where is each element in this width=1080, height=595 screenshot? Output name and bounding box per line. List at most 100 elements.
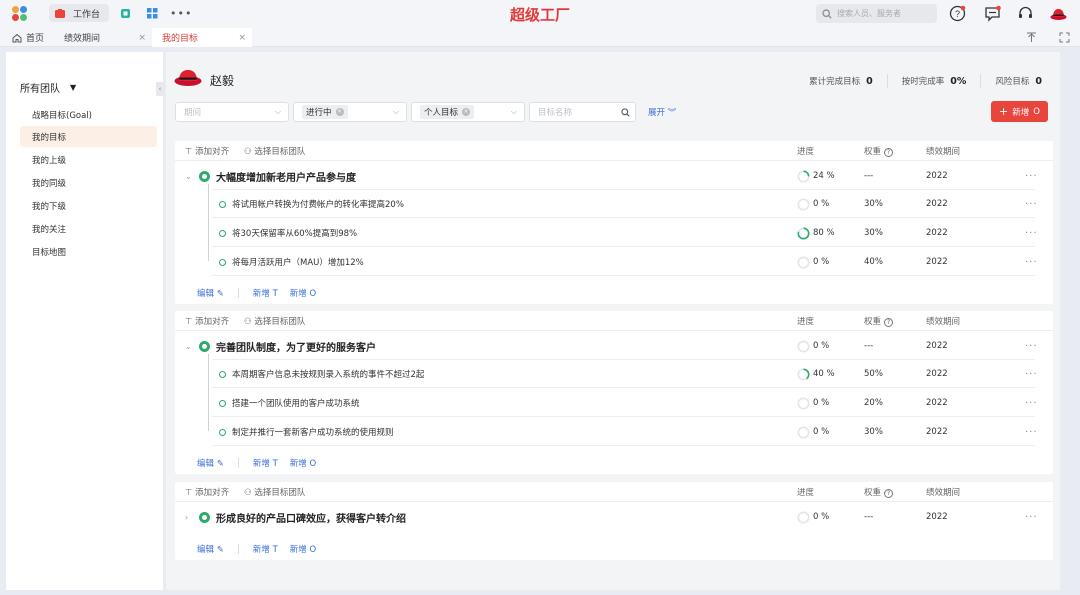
goal-name-search-input[interactable]: 目标名称 bbox=[529, 102, 636, 122]
add-key-result-link[interactable]: 新增 T bbox=[253, 543, 278, 555]
team-selector[interactable]: 所有团队 ▼ bbox=[20, 80, 76, 95]
weight-header-label: 权重 bbox=[864, 146, 882, 157]
weight-value: --- bbox=[864, 341, 874, 351]
objective-title: 完善团队制度，为了更好的服务客户 bbox=[216, 342, 376, 354]
add-objective-link[interactable]: 新增 O bbox=[290, 543, 316, 555]
status-select[interactable]: 进行中 × ⌵ bbox=[293, 102, 407, 122]
chevron-down-icon: ⌵ bbox=[510, 107, 517, 116]
select-team-label: 选择目标团队 bbox=[254, 316, 306, 327]
more-actions-icon[interactable]: ··· bbox=[1025, 369, 1038, 380]
edit-label: 编辑 bbox=[197, 289, 215, 299]
add-key-result-link[interactable]: 新增 T bbox=[253, 457, 278, 469]
add-align-action[interactable]: ⊤ 添加对齐 bbox=[185, 145, 229, 157]
new-goal-button[interactable]: + 新增 O bbox=[991, 101, 1048, 122]
key-result-status-icon bbox=[219, 428, 226, 436]
more-actions-icon[interactable]: ··· bbox=[1025, 398, 1038, 409]
more-actions-icon[interactable]: ··· bbox=[1025, 341, 1038, 352]
add-align-action[interactable]: ⊤ 添加对齐 bbox=[185, 315, 229, 327]
progress-indicator: 24 % bbox=[797, 170, 835, 183]
key-result-row[interactable]: 本周期客户信息未按规则录入系统的事件不超过2起 40 % 50% 2022 ··… bbox=[175, 360, 1053, 388]
key-result-row[interactable]: 制定并推行一套新客户成功系统的使用规则 0 % 30% 2022 ··· bbox=[175, 418, 1053, 446]
headset-icon[interactable] bbox=[1017, 5, 1034, 22]
sidebar-item-my-peers[interactable]: 我的同级 bbox=[20, 172, 157, 193]
progress-column-header: 进度 bbox=[797, 316, 815, 327]
tab-my-goals[interactable]: 我的目标 × bbox=[152, 28, 252, 47]
sidebar-item-my-follows[interactable]: 我的关注 bbox=[20, 218, 157, 239]
add-objective-link[interactable]: 新增 O bbox=[290, 457, 316, 469]
period-select[interactable]: 期间 ⌵ bbox=[175, 102, 289, 122]
sidebar-item-my-goals[interactable]: 我的目标 bbox=[20, 126, 157, 147]
add-align-action[interactable]: ⊤ 添加对齐 bbox=[185, 486, 229, 498]
sidebar-item-my-subordinates[interactable]: 我的下级 bbox=[20, 195, 157, 216]
help-icon[interactable]: ? bbox=[884, 147, 894, 157]
weight-header-label: 权重 bbox=[864, 487, 882, 498]
more-actions-icon[interactable]: ··· bbox=[1025, 427, 1038, 438]
period-value: 2022 bbox=[926, 369, 948, 379]
workspace-label: 工作台 bbox=[73, 9, 101, 20]
filter-bar: 期间 ⌵ 进行中 × ⌵ 个人目标 × ⌵ 目标名称 展开 ︾ bbox=[175, 102, 676, 122]
expand-caret-icon[interactable]: › bbox=[185, 513, 188, 522]
help-icon[interactable]: ? bbox=[884, 488, 894, 498]
help-icon[interactable]: ? bbox=[949, 5, 966, 22]
objective-row[interactable]: ⌄ 大幅度增加新老用户产品参与度 24 % --- 2022 ··· bbox=[175, 162, 1053, 190]
workspace-tab[interactable]: 工作台 bbox=[49, 4, 109, 22]
edit-link[interactable]: 编辑 ✎ bbox=[197, 287, 224, 299]
more-menu-icon[interactable]: ••• bbox=[170, 7, 192, 20]
close-icon[interactable]: × bbox=[238, 33, 246, 43]
select-team-action[interactable]: ⚇ 选择目标团队 bbox=[244, 486, 305, 498]
select-team-action[interactable]: ⚇ 选择目标团队 bbox=[244, 315, 305, 327]
select-team-label: 选择目标团队 bbox=[254, 146, 306, 157]
more-actions-icon[interactable]: ··· bbox=[1025, 257, 1038, 268]
row-divider bbox=[212, 246, 1035, 247]
key-result-row[interactable]: 将每月活跃用户（MAU）增加12% 0 % 40% 2022 ··· bbox=[175, 248, 1053, 276]
pencil-icon: ✎ bbox=[216, 545, 224, 555]
user-avatar-hat-icon[interactable] bbox=[1050, 5, 1067, 22]
key-result-row[interactable]: 搭建一个团队使用的客户成功系统 0 % 20% 2022 ··· bbox=[175, 389, 1053, 417]
collapse-caret-icon[interactable]: ⌄ bbox=[185, 342, 192, 351]
divider bbox=[886, 74, 888, 88]
message-icon[interactable] bbox=[984, 5, 1001, 22]
add-objective-link[interactable]: 新增 O bbox=[290, 287, 316, 299]
close-icon[interactable]: × bbox=[138, 33, 146, 43]
expand-filters-link[interactable]: 展开 ︾ bbox=[648, 106, 676, 118]
edit-link[interactable]: 编辑 ✎ bbox=[197, 543, 224, 555]
goal-type-select[interactable]: 个人目标 × ⌵ bbox=[411, 102, 525, 122]
o-icon: O bbox=[309, 545, 317, 555]
objective-status-icon bbox=[199, 340, 210, 352]
divider bbox=[980, 74, 982, 88]
clear-icon[interactable]: × bbox=[335, 108, 344, 116]
key-result-row[interactable]: 将30天保留率从60%提高到98% 80 % 30% 2022 ··· bbox=[175, 219, 1053, 247]
card-header: ⊤ 添加对齐 ⚇ 选择目标团队 进度 权重? 绩效期间 bbox=[175, 482, 1053, 502]
team-icon: ⚇ bbox=[244, 146, 252, 157]
upload-icon[interactable] bbox=[1026, 32, 1037, 43]
more-actions-icon[interactable]: ··· bbox=[1025, 199, 1038, 210]
key-result-title: 本周期客户信息未按规则录入系统的事件不超过2起 bbox=[232, 370, 425, 380]
select-team-action[interactable]: ⚇ 选择目标团队 bbox=[244, 145, 305, 157]
more-actions-icon[interactable]: ··· bbox=[1025, 512, 1038, 523]
key-result-row[interactable]: 将试用帐户转换为付费帐户的转化率提高20% 0 % 30% 2022 ··· bbox=[175, 190, 1053, 218]
sidebar-item-strategic-goals[interactable]: 战略目标(Goal) bbox=[20, 104, 157, 125]
goal-stats: 累计完成目标 0 按时完成率 0% 风险目标 0 bbox=[809, 74, 1042, 88]
help-icon[interactable]: ? bbox=[884, 317, 894, 327]
stat-label: 按时完成率 bbox=[901, 77, 945, 87]
sidebar-item-my-superior[interactable]: 我的上级 bbox=[20, 149, 157, 170]
weight-value: --- bbox=[864, 171, 874, 181]
more-actions-icon[interactable]: ··· bbox=[1025, 171, 1038, 182]
collapse-caret-icon[interactable]: ⌄ bbox=[185, 172, 192, 181]
objective-row[interactable]: ⌄ 完善团队制度，为了更好的服务客户 0 % --- 2022 ··· bbox=[175, 332, 1053, 360]
cube-icon[interactable] bbox=[120, 8, 131, 19]
sidebar-item-goal-map[interactable]: 目标地图 bbox=[20, 241, 157, 262]
edit-link[interactable]: 编辑 ✎ bbox=[197, 457, 224, 469]
tab-performance-period[interactable]: 绩效期间 × bbox=[56, 28, 152, 47]
add-key-result-link[interactable]: 新增 T bbox=[253, 287, 278, 299]
search-icon[interactable] bbox=[621, 108, 630, 117]
app-logo-icon[interactable] bbox=[12, 6, 28, 22]
fullscreen-icon[interactable] bbox=[1059, 32, 1070, 43]
sidebar-collapse-handle[interactable]: ‹ bbox=[156, 82, 164, 96]
global-search-input[interactable]: 搜索人员、服务者 bbox=[816, 4, 937, 23]
objective-row[interactable]: › 形成良好的产品口碑效应，获得客户转介绍 0 % --- 2022 ··· bbox=[175, 503, 1053, 531]
more-actions-icon[interactable]: ··· bbox=[1025, 228, 1038, 239]
clear-icon[interactable]: × bbox=[462, 108, 471, 116]
apps-grid-icon[interactable] bbox=[147, 8, 158, 19]
tab-home[interactable]: 首页 bbox=[0, 28, 56, 47]
